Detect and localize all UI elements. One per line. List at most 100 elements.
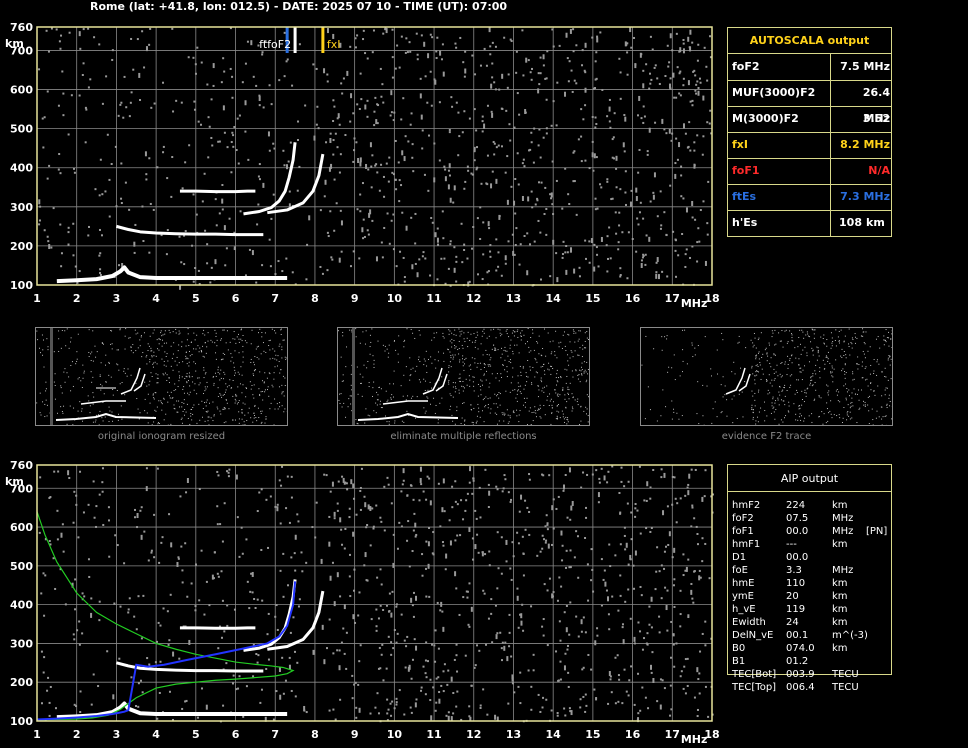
x-tick-label: 9 <box>351 292 359 305</box>
aip-label: hmE <box>732 578 755 589</box>
aip-label: h_vE <box>732 604 756 615</box>
autoscala-value: 3.52 <box>862 112 890 125</box>
autoscala-row: foF2 7.5 MHz <box>728 54 891 81</box>
profile-curve <box>36 511 295 721</box>
thumbnail-plot <box>36 328 288 426</box>
noise-speckle <box>38 27 713 290</box>
x-tick-label: 17 <box>665 292 680 305</box>
x-tick-label: 12 <box>466 728 481 741</box>
x-tick-label: 5 <box>192 292 200 305</box>
aip-unit: km <box>832 604 848 615</box>
x-tick-label: 3 <box>113 728 121 741</box>
aip-row: foE 3.3 MHz <box>732 564 892 577</box>
x-tick-label: 15 <box>585 292 600 305</box>
y-tick-label: 200 <box>10 240 33 253</box>
aip-row: TEC[Bot] 003.9 TECU <box>732 668 892 681</box>
x-tick-label: 3 <box>113 292 121 305</box>
thumbnail-plot <box>641 328 893 426</box>
thumbnail-f2-trace <box>640 327 893 426</box>
y-tick-label: 760 <box>10 21 33 34</box>
autoscala-row: fxI 8.2 MHz <box>728 132 891 159</box>
trace-0 <box>56 265 288 284</box>
aip-row: DelN_vE 00.1 m^(-3) <box>732 629 892 642</box>
aip-unit: km <box>832 539 848 550</box>
trace-2 <box>243 142 297 216</box>
aip-unit: km <box>832 643 848 654</box>
autoscala-value: 8.2 MHz <box>840 138 890 151</box>
main-ionogram-chart: ftfoF2 fxI100200300400500600700760km1 2 3 4 5… <box>5 21 720 310</box>
aip-label: foE <box>732 565 748 576</box>
aip-value: 074.0 <box>786 643 815 654</box>
aip-label: Ewidth <box>732 617 766 628</box>
aip-label: hmF2 <box>732 500 761 511</box>
y-tick-label: 500 <box>10 123 33 136</box>
y-tick-label: 300 <box>10 201 33 214</box>
aip-unit: km <box>832 500 848 511</box>
x-axis-label: MHz <box>681 297 708 310</box>
autoscala-unit: km <box>866 216 885 229</box>
aip-value: 24 <box>786 617 799 628</box>
x-tick-label: 7 <box>271 292 279 305</box>
autoscala-label: M(3000)F2 <box>732 112 799 125</box>
aip-label: B0 <box>732 643 746 654</box>
aip-row: h_vE 119 km <box>732 603 892 616</box>
x-axis-label: MHz <box>681 733 708 746</box>
x-tick-label: 4 <box>152 292 160 305</box>
aip-label: ymE <box>732 591 754 602</box>
autoscala-title: AUTOSCALA output <box>728 28 891 54</box>
y-tick-label: 760 <box>10 459 33 472</box>
x-tick-label: 9 <box>351 728 359 741</box>
x-tick-label: 14 <box>546 292 562 305</box>
aip-value: 00.0 <box>786 526 809 537</box>
y-tick-label: 100 <box>10 279 33 292</box>
fit-curve <box>36 581 297 721</box>
aip-label: B1 <box>732 656 746 667</box>
x-tick-label: 5 <box>192 728 200 741</box>
aip-title: AIP output <box>728 465 891 492</box>
autoscala-value: 7.3 MHz <box>840 190 890 203</box>
aip-value: 20 <box>786 591 799 602</box>
aip-row: B0 074.0 km <box>732 642 892 655</box>
x-tick-label: 7 <box>271 728 279 741</box>
aip-ionogram-chart: 100200300400500600700760km1 2 3 4 5 6 7 8 9 10 11 1… <box>5 459 720 746</box>
y-axis-label: km <box>5 37 24 50</box>
thumbnail-eliminate-multiple <box>337 327 590 426</box>
x-tick-label: 11 <box>426 292 441 305</box>
aip-unit: TECU <box>832 682 859 693</box>
thumbnail-caption-f2: evidence F2 trace <box>721 431 812 442</box>
autoscala-label: foF1 <box>732 164 760 177</box>
aip-value: 3.3 <box>786 565 802 576</box>
marker-label-foF2: ftfoF2 <box>259 38 291 51</box>
aip-row: TEC[Top] 006.4 TECU <box>732 681 892 694</box>
autoscala-output-panel: AUTOSCALA output foF2 7.5 MHz MUF(3000)F2 2… <box>727 27 892 237</box>
aip-value: 003.9 <box>786 669 815 680</box>
aip-unit: km <box>832 617 848 628</box>
x-tick-label: 10 <box>387 728 403 741</box>
x-tick-label: 2 <box>73 728 81 741</box>
autoscala-row: MUF(3000)F2 26.4 MHz <box>728 80 891 125</box>
x-tick-label: 8 <box>311 292 319 305</box>
aip-value: 224 <box>786 500 806 511</box>
aip-row: foF1 00.0 MHz [PN] <box>732 525 892 538</box>
marker-label-fxI: fxI <box>327 38 341 51</box>
x-tick-label: 6 <box>232 728 240 741</box>
y-tick-label: 400 <box>10 162 33 175</box>
aip-unit: MHz <box>832 526 854 537</box>
x-tick-label: 16 <box>625 728 641 741</box>
aip-row: hmF1 --- km <box>732 538 892 551</box>
aip-unit: m^(-3) <box>832 630 868 641</box>
autoscala-label: ftEs <box>732 190 757 203</box>
aip-row: B1 01.2 <box>732 655 892 668</box>
aip-value: 00.0 <box>786 552 809 563</box>
y-tick-label: 400 <box>10 599 33 612</box>
aip-value: 01.2 <box>786 656 809 667</box>
y-tick-label: 500 <box>10 560 33 573</box>
aip-label: TEC[Top] <box>732 682 777 693</box>
x-tick-label: 1 <box>33 292 41 305</box>
aip-unit: MHz <box>832 513 854 524</box>
aip-row: Ewidth 24 km <box>732 616 892 629</box>
aip-row: ymE 20 km <box>732 590 892 603</box>
aip-label: TEC[Bot] <box>732 669 777 680</box>
thumbnail-caption-eliminate: eliminate multiple reflections <box>390 431 537 442</box>
x-tick-label: 15 <box>585 728 600 741</box>
